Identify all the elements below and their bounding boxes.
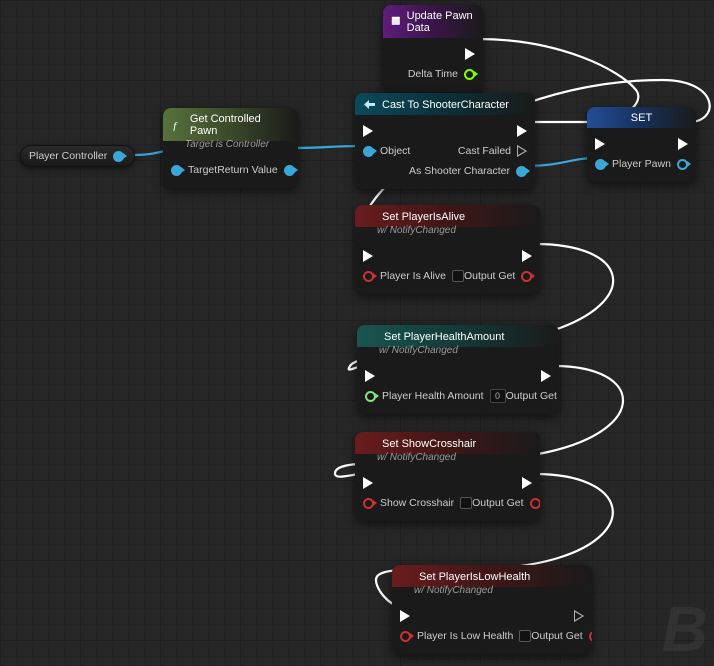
pin-label-output-get: Output Get <box>531 630 582 642</box>
node-set-show-crosshair[interactable]: Set ShowCrosshair w/ NotifyChanged Show … <box>355 432 540 521</box>
node-cast-shooter-character[interactable]: Cast To ShooterCharacter Object Cast Fai… <box>355 93 535 189</box>
show-crosshair-pin[interactable]: Show Crosshair <box>363 497 472 509</box>
pin-label-player-pawn: Player Pawn <box>612 158 671 170</box>
setter-icon <box>400 570 413 583</box>
cast-failed-pin[interactable]: Cast Failed <box>458 145 527 157</box>
pin-label-return: Return Value <box>217 164 278 176</box>
exec-out-pin[interactable] <box>522 477 532 489</box>
pin-label-output-get: Output Get <box>506 390 557 402</box>
event-icon <box>391 16 401 29</box>
exec-in-pin[interactable] <box>400 610 410 622</box>
node-header: Set PlayerIsAlive <box>355 205 540 227</box>
variable-out-pin[interactable] <box>113 151 124 162</box>
node-title: SET <box>631 112 652 124</box>
node-header: Cast To ShooterCharacter <box>355 93 535 115</box>
node-set-player-health-amount[interactable]: Set PlayerHealthAmount w/ NotifyChanged … <box>357 325 559 414</box>
setter-icon <box>363 210 376 223</box>
node-set-player-is-low-health[interactable]: Set PlayerIsLowHealth w/ NotifyChanged P… <box>392 565 592 654</box>
exec-out-pin[interactable] <box>517 125 527 137</box>
output-get-pin[interactable]: Output Get <box>506 390 559 402</box>
pin-label-show-crosshair: Show Crosshair <box>380 497 454 509</box>
exec-in-pin[interactable] <box>363 477 373 489</box>
node-title: Update Pawn Data <box>407 10 475 34</box>
output-get-pin[interactable]: Output Get <box>464 270 532 282</box>
node-title: Set PlayerHealthAmount <box>384 331 504 343</box>
node-title: Get Controlled Pawn <box>190 113 290 137</box>
svg-text:f: f <box>173 119 178 132</box>
pin-label-as-shooter: As Shooter Character <box>409 165 510 177</box>
player-pawn-out-pin[interactable] <box>677 159 688 170</box>
output-get-pin[interactable]: Output Get <box>472 497 540 509</box>
variable-player-controller[interactable]: Player Controller <box>20 145 135 167</box>
node-header: Set ShowCrosshair <box>355 432 540 454</box>
output-get-pin[interactable]: Output Get <box>531 630 592 642</box>
pin-label-target: Target <box>188 164 217 176</box>
object-pin[interactable]: Object <box>363 145 410 157</box>
pin-label-output-get: Output Get <box>472 497 523 509</box>
node-subtitle: w/ NotifyChanged <box>392 585 592 600</box>
node-header: f Get Controlled Pawn <box>163 108 298 141</box>
player-is-alive-pin[interactable]: Player Is Alive <box>363 270 464 282</box>
node-header: Set PlayerIsLowHealth <box>392 565 592 587</box>
node-subtitle: w/ NotifyChanged <box>355 452 540 467</box>
node-get-controlled-pawn[interactable]: f Get Controlled Pawn Target is Controll… <box>163 108 298 188</box>
target-pin[interactable]: Target <box>171 164 217 176</box>
pin-label-health-amount: Player Health Amount <box>382 390 484 402</box>
low-health-pin[interactable]: Player Is Low Health <box>400 630 531 642</box>
node-subtitle: Target is Controller <box>163 139 298 154</box>
pin-label-delta-time: Delta Time <box>408 68 458 80</box>
as-shooter-pin[interactable]: As Shooter Character <box>409 165 527 177</box>
node-title: Set PlayerIsLowHealth <box>419 571 530 583</box>
setter-icon <box>365 330 378 343</box>
return-value-pin[interactable]: Return Value <box>217 164 295 176</box>
pin-label-object: Object <box>380 145 410 157</box>
exec-out-pin[interactable] <box>465 48 475 60</box>
exec-in-pin[interactable] <box>365 370 375 382</box>
exec-in-pin[interactable] <box>363 125 373 137</box>
checkbox-crosshair[interactable] <box>460 497 472 509</box>
exec-in-pin[interactable] <box>363 250 373 262</box>
exec-out-pin[interactable] <box>678 138 688 150</box>
checkbox-low-health[interactable] <box>519 630 531 642</box>
delta-time-pin[interactable]: Delta Time <box>408 68 475 80</box>
node-header: Set PlayerHealthAmount <box>357 325 559 347</box>
health-amount-input[interactable]: 0 <box>490 389 506 403</box>
node-title: Set ShowCrosshair <box>382 438 476 450</box>
health-amount-pin[interactable]: Player Health Amount 0 <box>365 389 506 403</box>
pin-label-cast-failed: Cast Failed <box>458 145 511 157</box>
node-subtitle: w/ NotifyChanged <box>357 345 559 360</box>
function-icon: f <box>171 119 184 132</box>
exec-out-pin[interactable] <box>522 250 532 262</box>
exec-in-pin[interactable] <box>595 138 605 150</box>
node-header: Update Pawn Data <box>383 5 483 38</box>
setter-icon <box>363 437 376 450</box>
node-set-player-is-alive[interactable]: Set PlayerIsAlive w/ NotifyChanged Playe… <box>355 205 540 294</box>
node-update-pawn-data[interactable]: Update Pawn Data Delta Time <box>383 5 483 92</box>
exec-out-pin[interactable] <box>574 610 584 622</box>
node-title: Set PlayerIsAlive <box>382 211 465 223</box>
variable-label: Player Controller <box>29 150 107 162</box>
player-pawn-in-pin[interactable]: Player Pawn <box>595 158 671 170</box>
node-header: SET <box>587 107 696 128</box>
pin-label-low-health: Player Is Low Health <box>417 630 513 642</box>
pin-label-alive: Player Is Alive <box>380 270 446 282</box>
pin-label-output-get: Output Get <box>464 270 515 282</box>
watermark: B <box>662 592 708 666</box>
exec-out-pin[interactable] <box>541 370 551 382</box>
cast-icon <box>363 98 376 111</box>
node-title: Cast To ShooterCharacter <box>382 99 509 111</box>
node-set-player-pawn[interactable]: SET Player Pawn <box>587 107 696 182</box>
node-subtitle: w/ NotifyChanged <box>355 225 540 240</box>
checkbox-alive[interactable] <box>452 270 464 282</box>
